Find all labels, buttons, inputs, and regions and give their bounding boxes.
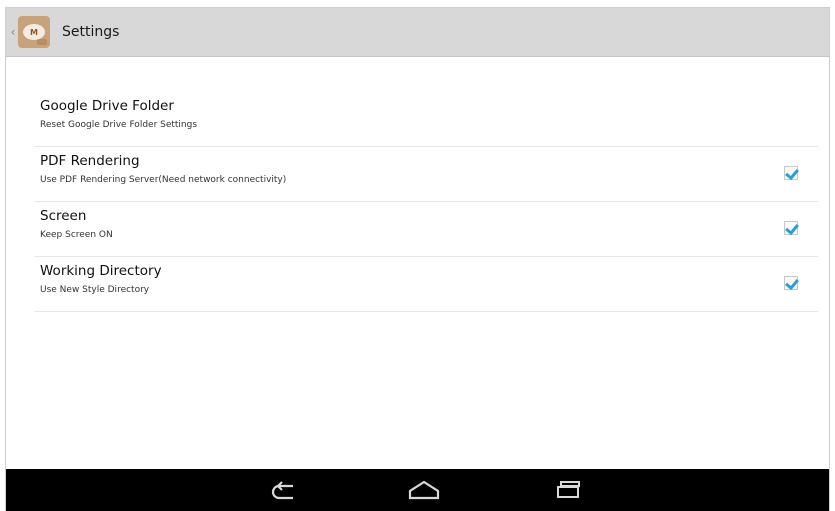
setting-summary: Reset Google Drive Folder Settings [40,120,198,130]
pdf-rendering-checkbox[interactable] [784,166,798,180]
setting-summary: Use PDF Rendering Server(Need network co… [40,175,287,185]
up-caret-icon[interactable]: ‹ [8,8,18,56]
setting-title: Google Drive Folder [40,98,174,114]
setting-title: Working Directory [40,263,162,279]
page-title: Settings [62,24,120,40]
back-icon[interactable] [265,477,305,503]
setting-google-drive-folder[interactable]: Google Drive Folder Reset Google Drive F… [34,92,818,147]
setting-summary: Keep Screen ON [40,230,113,240]
setting-summary: Use New Style Directory [40,285,150,295]
app-window: ‹ M Settings Google Drive Folder Reset G… [6,8,829,511]
action-bar: ‹ M Settings [6,8,829,57]
working-directory-checkbox[interactable] [784,276,798,290]
setting-title: PDF Rendering [40,153,140,169]
app-icon-tail [37,39,47,45]
home-icon[interactable] [404,477,444,503]
app-icon-letter: M [23,24,45,40]
app-icon[interactable]: M [18,16,50,48]
setting-title: Screen [40,208,87,224]
system-nav-bar [6,469,829,511]
setting-pdf-rendering[interactable]: PDF Rendering Use PDF Rendering Server(N… [34,147,818,202]
screen-checkbox[interactable] [784,221,798,235]
settings-list: Google Drive Folder Reset Google Drive F… [34,92,818,312]
setting-screen[interactable]: Screen Keep Screen ON [34,202,818,257]
setting-working-directory[interactable]: Working Directory Use New Style Director… [34,257,818,312]
recents-icon[interactable] [549,477,589,503]
